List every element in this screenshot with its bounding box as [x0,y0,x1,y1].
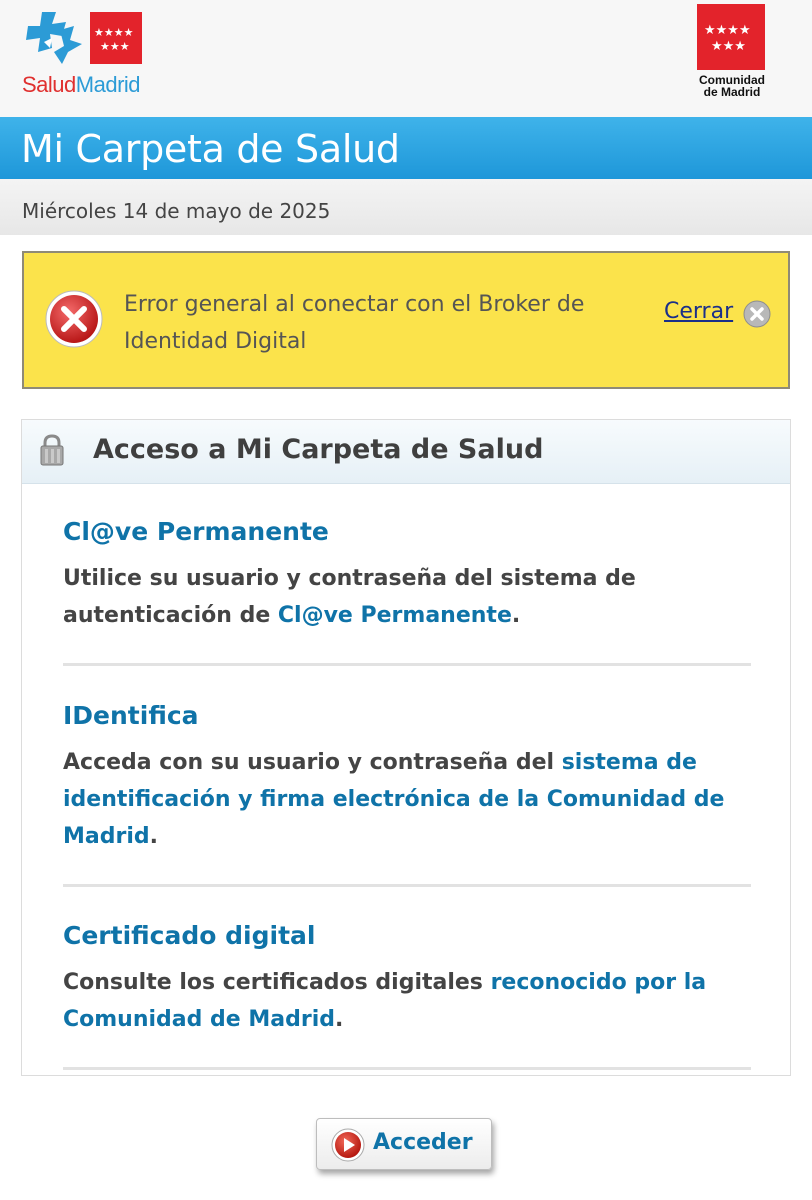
site-header: ★★★★ ★★★ SaludMadrid ★★★★ ★★★ Comunidad … [0,0,812,117]
madrid-stars-icon: ★★★★ ★★★ [697,4,765,70]
panel-title: Acceso a Mi Carpeta de Salud [93,434,544,465]
option-title-identifica[interactable]: IDentifica [63,701,753,730]
option-desc-certificado: Consulte los certificados digitales reco… [63,970,707,1032]
date-bar: Miércoles 14 de mayo de 2025 [0,179,812,235]
error-x-icon [45,290,103,348]
title-bar: Mi Carpeta de Salud [0,117,812,179]
current-date: Miércoles 14 de mayo de 2025 [22,199,331,223]
play-icon [331,1128,365,1162]
close-link[interactable]: Cerrar [664,299,733,324]
comunidad-madrid-text: Comunidad de Madrid [699,73,765,99]
svg-text:★★★: ★★★ [711,39,746,54]
option-certificado: Certificado digital Consulte los certifi… [63,921,753,1038]
lock-icon [40,434,64,466]
acceder-button[interactable]: Acceder [316,1118,492,1170]
divider [63,884,751,887]
option-desc-clave: Utilice su usuario y contraseña del sist… [63,566,636,628]
page-title: Mi Carpeta de Salud [21,127,400,171]
close-circle-icon[interactable] [742,299,772,329]
option-identifica: IDentifica Acceda con su usuario y contr… [63,701,753,855]
acceder-label: Acceder [373,1130,473,1155]
option-desc-identifica: Acceda con su usuario y contraseña del s… [63,750,725,849]
svg-text:★★★★: ★★★★ [94,26,134,39]
salud-madrid-wordmark: SaludMadrid [22,72,141,97]
svg-text:★★★: ★★★ [100,40,130,53]
option-title-clave[interactable]: Cl@ve Permanente [63,517,753,546]
salud-madrid-cross-icon: ★★★★ ★★★ [26,12,142,64]
divider [63,663,751,666]
svg-text:★★★★: ★★★★ [704,23,751,38]
salud-madrid-logo[interactable]: ★★★★ ★★★ SaludMadrid [22,8,152,98]
link-clave-permanente[interactable]: Cl@ve Permanente [278,603,512,628]
divider [63,1067,751,1070]
option-clave: Cl@ve Permanente Utilice su usuario y co… [63,517,753,634]
access-panel: Acceso a Mi Carpeta de Salud Cl@ve Perma… [21,419,791,1076]
error-alert: Error general al conectar con el Broker … [22,251,790,389]
panel-header: Acceso a Mi Carpeta de Salud [22,420,790,484]
error-message: Error general al conectar con el Broker … [124,292,585,354]
comunidad-madrid-logo[interactable]: ★★★★ ★★★ Comunidad de Madrid [697,4,767,100]
option-title-certificado[interactable]: Certificado digital [63,921,753,950]
